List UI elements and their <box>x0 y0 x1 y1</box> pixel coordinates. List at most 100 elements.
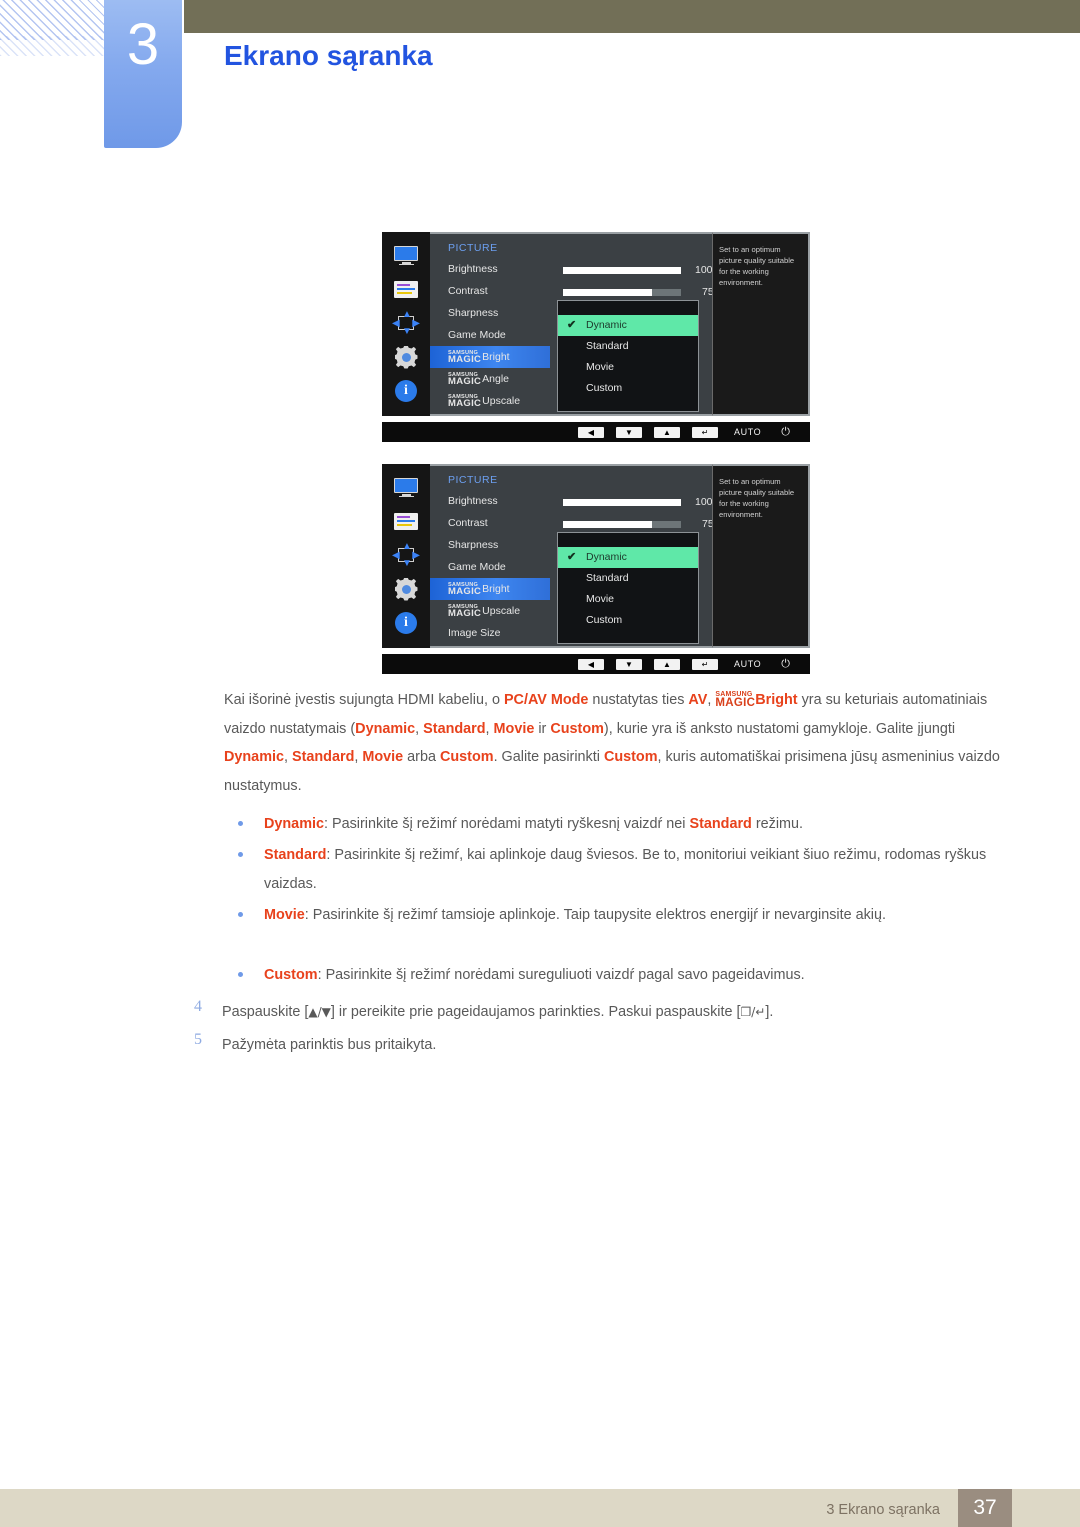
step-number: 4 <box>194 998 202 1015</box>
osd-help-panel: Set to an optimum picture quality suitab… <box>712 232 810 416</box>
list-item: Standard: Pasirinkite šį režimŕ, kai apl… <box>238 841 1008 898</box>
dropdown-option-label: Custom <box>586 382 623 394</box>
footer-label: 3 Ekrano sąranka <box>826 1502 940 1518</box>
term-custom: Custom <box>550 720 604 737</box>
intro-sep-2: , <box>485 720 494 737</box>
osd-screenshot-bottom: ◀ ▶ ▲ ▼ i PICTURE Brightness Contrast Sh… <box>382 464 810 674</box>
step-text-b: ] ir pereikite prie pageidaujamos parink… <box>330 1004 741 1020</box>
brightness-value: 100 <box>695 264 713 276</box>
control-enter-button[interactable]: ↵ <box>692 426 718 438</box>
dropdown-option-movie[interactable]: Movie <box>558 357 698 378</box>
term-pcav-mode: PC/AV Mode <box>503 692 589 708</box>
power-icon[interactable]: ⏻ <box>781 658 790 671</box>
osd-icon-sidebar: ◀ ▶ ▲ ▼ i <box>382 232 430 416</box>
term-av: AV <box>688 692 708 708</box>
monitor-icon[interactable] <box>391 242 421 268</box>
bullet-dot-icon <box>238 912 243 917</box>
bullet-term: Dynamic <box>264 816 324 832</box>
chapter-tab: 3 <box>104 0 182 148</box>
control-enter-button[interactable]: ↵ <box>692 658 718 670</box>
osd-item-label: Brightness <box>448 495 498 507</box>
control-down-button[interactable]: ▼ <box>616 658 642 670</box>
intro-text-c: , <box>707 692 716 708</box>
step-text: Pažymėta parinktis bus pritaikyta. <box>222 1031 1010 1059</box>
bullet-term-2: Standard <box>689 816 752 832</box>
osd-item-label: Sharpness <box>448 307 499 319</box>
dropdown-option-custom[interactable]: Custom <box>558 378 698 399</box>
info-icon[interactable]: i <box>391 610 421 636</box>
monitor-icon[interactable] <box>391 474 421 500</box>
brightness-slider[interactable] <box>563 267 681 274</box>
osd-item-label: Angle <box>482 373 510 385</box>
osd-item-magicbright[interactable]: SAMSUNG MAGIC Bright <box>430 346 550 368</box>
term-dynamic: Dynamic <box>355 720 416 737</box>
bullet-text: Standard: Pasirinkite šį režimŕ, kai apl… <box>264 841 1008 898</box>
dropdown-option-label: Dynamic <box>586 319 627 331</box>
intro-paragraph: Kai išorinė įvestis sujungta HDMI kabeli… <box>224 686 1006 800</box>
osd-help-panel: Set to an optimum picture quality suitab… <box>712 464 810 648</box>
keycap-enter: ❐/↵ <box>740 1005 766 1019</box>
samsung-magic-logo: SAMSUNG MAGIC <box>448 349 482 365</box>
term-movie: Movie <box>493 720 535 737</box>
samsung-magic-logo: SAMSUNG MAGIC <box>448 603 482 619</box>
gear-icon[interactable] <box>391 344 421 370</box>
dropdown-option-movie[interactable]: Movie <box>558 589 698 610</box>
control-up-button[interactable]: ▲ <box>654 658 680 670</box>
bullet-term: Custom <box>264 967 318 983</box>
samsung-magic-logo: SAMSUNG MAGIC <box>448 393 482 409</box>
osd-item-magicbright[interactable]: SAMSUNG MAGIC Bright <box>430 578 550 600</box>
dropdown-option-label: Standard <box>586 572 629 584</box>
contrast-slider[interactable] <box>563 289 681 296</box>
osd-item-label: Image Size <box>448 627 501 639</box>
bullet-dot-icon <box>238 852 243 857</box>
list-item: Dynamic: Pasirinkite šį režimŕ norėdami … <box>238 810 1008 839</box>
control-auto-label[interactable]: AUTO <box>734 427 761 437</box>
intro-text-l: . Galite pasirinkti <box>493 749 604 765</box>
control-left-button[interactable]: ◀ <box>578 658 604 670</box>
term-dynamic-2: Dynamic <box>224 749 284 765</box>
dropdown-option-dynamic[interactable]: ✔ Dynamic <box>558 315 698 336</box>
step-number: 5 <box>194 1031 202 1048</box>
power-icon[interactable]: ⏻ <box>781 426 790 439</box>
position-arrows-icon[interactable]: ◀ ▶ ▲ ▼ <box>391 542 421 569</box>
osd-display-icon[interactable] <box>391 276 421 302</box>
osd-item-label: Game Mode <box>448 561 506 573</box>
term-standard-2: Standard <box>292 749 355 765</box>
numbered-step: 4 Paspauskite [▲/▼] ir pereikite prie pa… <box>194 998 1010 1026</box>
dropdown-option-standard[interactable]: Standard <box>558 336 698 357</box>
keycap-updown: ▲/▼ <box>308 1005 331 1019</box>
gear-icon[interactable] <box>391 576 421 602</box>
position-arrows-icon[interactable]: ◀ ▶ ▲ ▼ <box>391 310 421 337</box>
bullet-dot-icon <box>238 972 243 977</box>
control-auto-label[interactable]: AUTO <box>734 659 761 669</box>
contrast-slider[interactable] <box>563 521 681 528</box>
term-custom-3: Custom <box>603 749 658 765</box>
bullet-term: Movie <box>264 907 305 923</box>
osd-item-label: Contrast <box>448 285 488 297</box>
control-up-button[interactable]: ▲ <box>654 426 680 438</box>
intro-text-a: Kai išorinė įvestis sujungta HDMI kabeli… <box>224 692 504 708</box>
term-movie-2: Movie <box>362 749 404 765</box>
intro-text-k: arba <box>403 749 440 765</box>
control-left-button[interactable]: ◀ <box>578 426 604 438</box>
osd-display-icon[interactable] <box>391 508 421 534</box>
info-icon[interactable]: i <box>391 378 421 404</box>
brightness-slider[interactable] <box>563 499 681 506</box>
term-bright: Bright <box>755 692 798 708</box>
osd-control-bar: ◀ ▼ ▲ ↵ AUTO ⏻ <box>382 654 810 674</box>
bullet-text: Movie: Pasirinkite šį režimŕ tamsioje ap… <box>264 901 1008 930</box>
bullet-body-a: : Pasirinkite šį režimŕ tamsioje aplinko… <box>304 907 887 923</box>
osd-window: ◀ ▶ ▲ ▼ i PICTURE Brightness Contrast Sh… <box>382 464 810 648</box>
bullet-dot-icon <box>238 821 243 826</box>
osd-item-label: Upscale <box>482 605 521 617</box>
dropdown-option-label: Standard <box>586 340 629 352</box>
page-title: Ekrano sąranka <box>224 40 433 71</box>
decorative-hatch-pattern-secondary <box>0 36 104 56</box>
dropdown-option-dynamic[interactable]: ✔ Dynamic <box>558 547 698 568</box>
dropdown-option-standard[interactable]: Standard <box>558 568 698 589</box>
dropdown-option-label: Custom <box>586 614 623 626</box>
dropdown-option-custom[interactable]: Custom <box>558 610 698 631</box>
decorative-hatch-pattern <box>0 0 116 40</box>
osd-item-label: Upscale <box>482 395 521 407</box>
control-down-button[interactable]: ▼ <box>616 426 642 438</box>
